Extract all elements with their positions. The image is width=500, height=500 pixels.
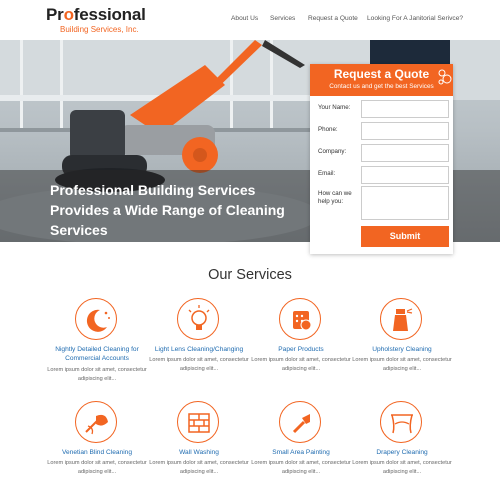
logo[interactable]: Professional Building Services, Inc. (46, 5, 146, 35)
paint-brush-icon (279, 401, 321, 443)
your-name-label: Your Name: (318, 104, 351, 111)
quote-form-subtitle: Contact us and get the best Services (329, 83, 434, 90)
drapery-icon (380, 401, 422, 443)
logo-text: Professional (46, 5, 146, 24)
brick-wall-icon (177, 401, 219, 443)
nav-services[interactable]: Services (270, 15, 295, 22)
services-title: Our Services (208, 267, 292, 283)
feather-duster-icon (75, 401, 117, 443)
submit-button[interactable]: Submit (361, 226, 449, 247)
nav-about-us[interactable]: About Us (231, 15, 258, 22)
light-bulb-icon (177, 298, 219, 340)
email-input[interactable] (361, 166, 449, 184)
service-name: Upholstery Cleaning (372, 346, 432, 353)
nav-request-quote[interactable]: Request a Quote (308, 15, 358, 22)
phone-label: Phone: (318, 126, 338, 133)
company-input[interactable] (361, 144, 449, 162)
site-header: Professional Building Services, Inc. Abo… (0, 0, 500, 40)
bubbles-icon (438, 69, 452, 85)
logo-subtitle: Building Services, Inc. (60, 25, 139, 34)
company-label: Company: (318, 148, 347, 155)
your-name-input[interactable] (361, 100, 449, 118)
help-textarea[interactable] (361, 186, 449, 220)
phone-input[interactable] (361, 122, 449, 140)
email-label: Email: (318, 170, 336, 177)
paper-roll-icon (279, 298, 321, 340)
moon-stars-icon (75, 298, 117, 340)
service-name: Drapery Cleaning (376, 449, 428, 456)
help-label: How can we help you: (318, 190, 352, 205)
spray-bottle-icon (380, 298, 422, 340)
nav-janitorial-service[interactable]: Looking For A Janitorial Serivce? (367, 15, 463, 22)
service-desc: Lorem ipsum dolor sit amet, consectetur … (352, 357, 452, 372)
quote-form: Request a Quote Contact us and get the b… (310, 64, 453, 254)
quote-form-header: Request a Quote Contact us and get the b… (310, 64, 453, 96)
hero-title: Professional Building Services Provides … (50, 182, 285, 238)
service-desc: Lorem ipsum dolor sit amet, consectetur … (352, 460, 452, 475)
quote-form-title: Request a Quote (333, 67, 430, 81)
